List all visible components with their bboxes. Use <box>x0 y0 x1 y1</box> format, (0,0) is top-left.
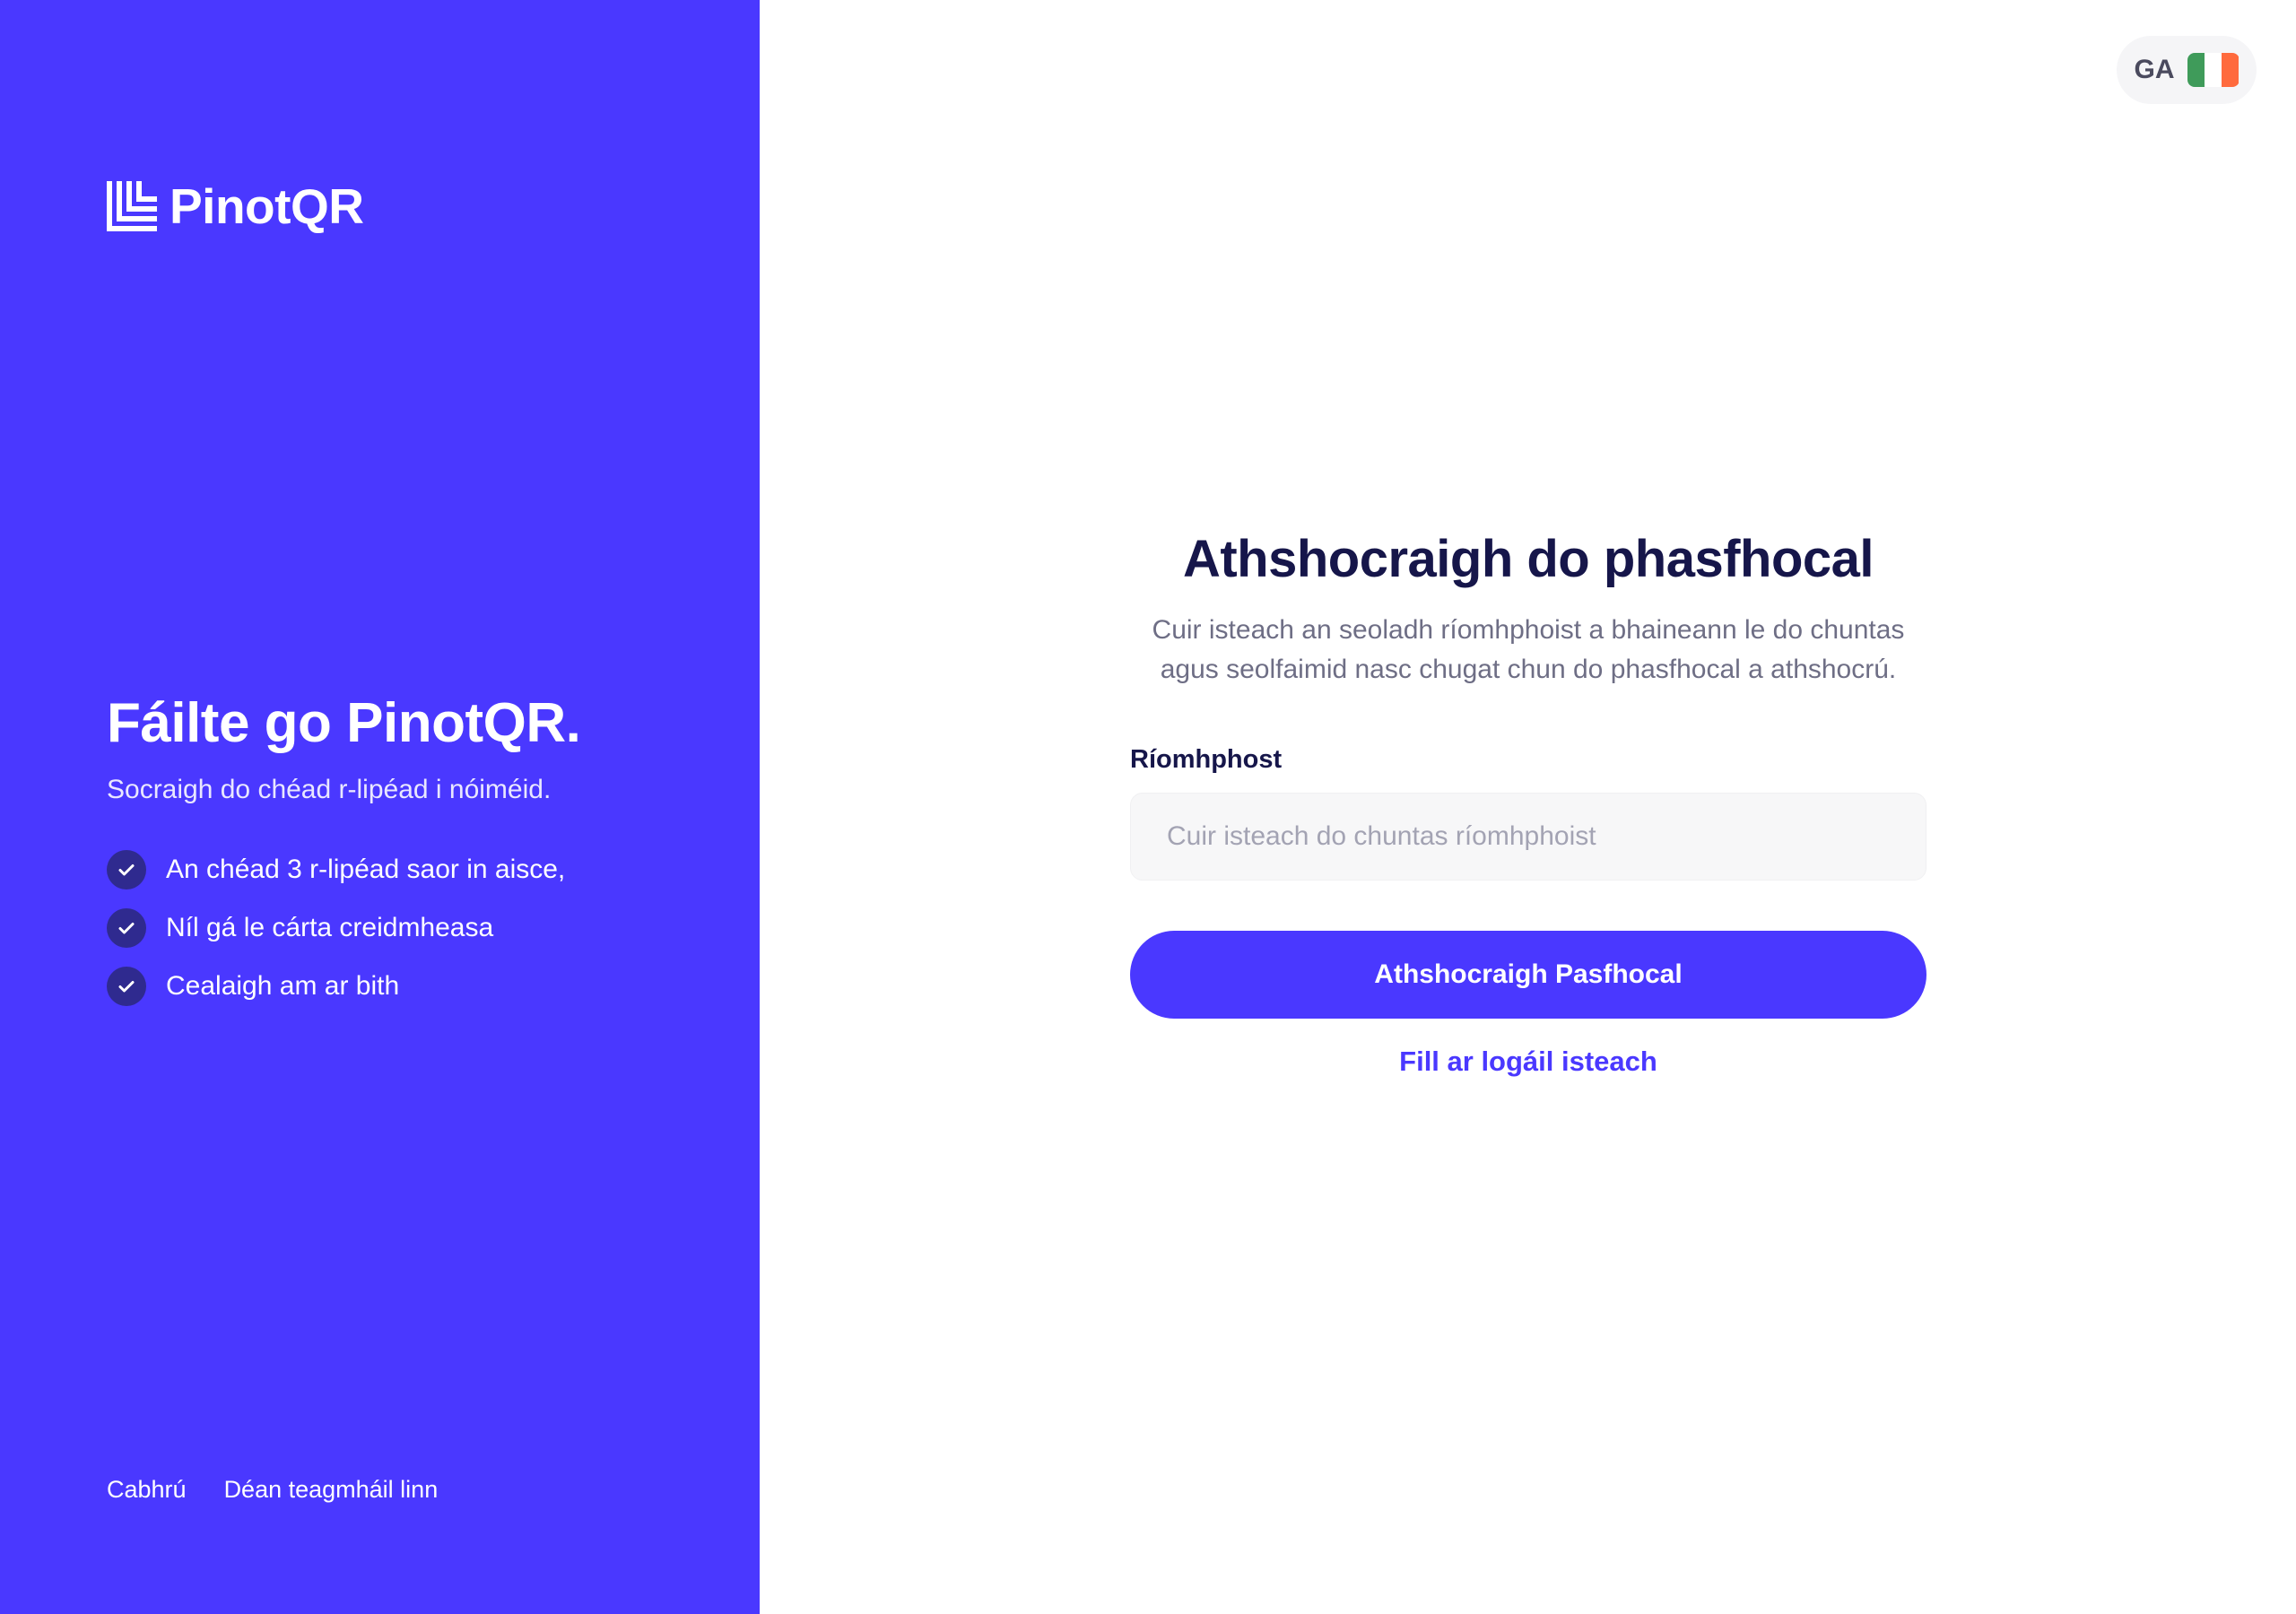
brand-logo[interactable]: PinotQR <box>107 178 364 235</box>
reset-password-button[interactable]: Athshocraigh Pasfhocal <box>1130 931 1926 1019</box>
reset-password-form: Athshocraigh do phasfhocal Cuir isteach … <box>1130 529 1926 1078</box>
feature-list: An chéad 3 r-lipéad saor in aisce, Níl g… <box>107 850 735 1007</box>
footer-links: Cabhrú Déan teagmháil linn <box>107 1476 438 1504</box>
back-to-login-link[interactable]: Fill ar logáil isteach <box>1130 1046 1926 1078</box>
page-title: Athshocraigh do phasfhocal <box>1182 530 1874 588</box>
feature-item: Cealaigh am ar bith <box>107 967 735 1007</box>
language-code: GA <box>2134 55 2175 84</box>
feature-text: Níl gá le cárta creidmheasa <box>166 913 494 943</box>
brand-name: PinotQR <box>170 178 364 234</box>
help-link[interactable]: Cabhrú <box>107 1476 187 1504</box>
feature-text: Cealaigh am ar bith <box>166 971 400 1002</box>
feature-text: An chéad 3 r-lipéad saor in aisce, <box>166 855 566 885</box>
welcome-section: Fáilte go PinotQR. Socraigh do chéad r-l… <box>107 690 735 1025</box>
contact-link[interactable]: Déan teagmháil linn <box>224 1476 439 1504</box>
check-icon <box>107 908 146 949</box>
reset-password-page: PinotQR Fáilte go PinotQR. Socraigh do c… <box>0 0 2296 1614</box>
language-selector[interactable]: GA <box>2117 36 2257 104</box>
email-label: Ríomhphost <box>1130 745 1283 774</box>
feature-item: An chéad 3 r-lipéad saor in aisce, <box>107 850 735 890</box>
feature-item: Níl gá le cárta creidmheasa <box>107 908 735 949</box>
email-field[interactable] <box>1130 793 1926 881</box>
pinotqr-logo-icon <box>107 181 157 231</box>
check-icon <box>107 967 146 1007</box>
welcome-subtitle: Socraigh do chéad r-lipéad i nóiméid. <box>107 775 552 805</box>
welcome-title: Fáilte go PinotQR. <box>107 692 581 754</box>
ireland-flag-icon <box>2187 53 2239 87</box>
welcome-panel: PinotQR Fáilte go PinotQR. Socraigh do c… <box>0 0 760 1614</box>
check-icon <box>107 850 146 890</box>
form-description: Cuir isteach an seoladh ríomhphoist a bh… <box>1152 615 1905 684</box>
